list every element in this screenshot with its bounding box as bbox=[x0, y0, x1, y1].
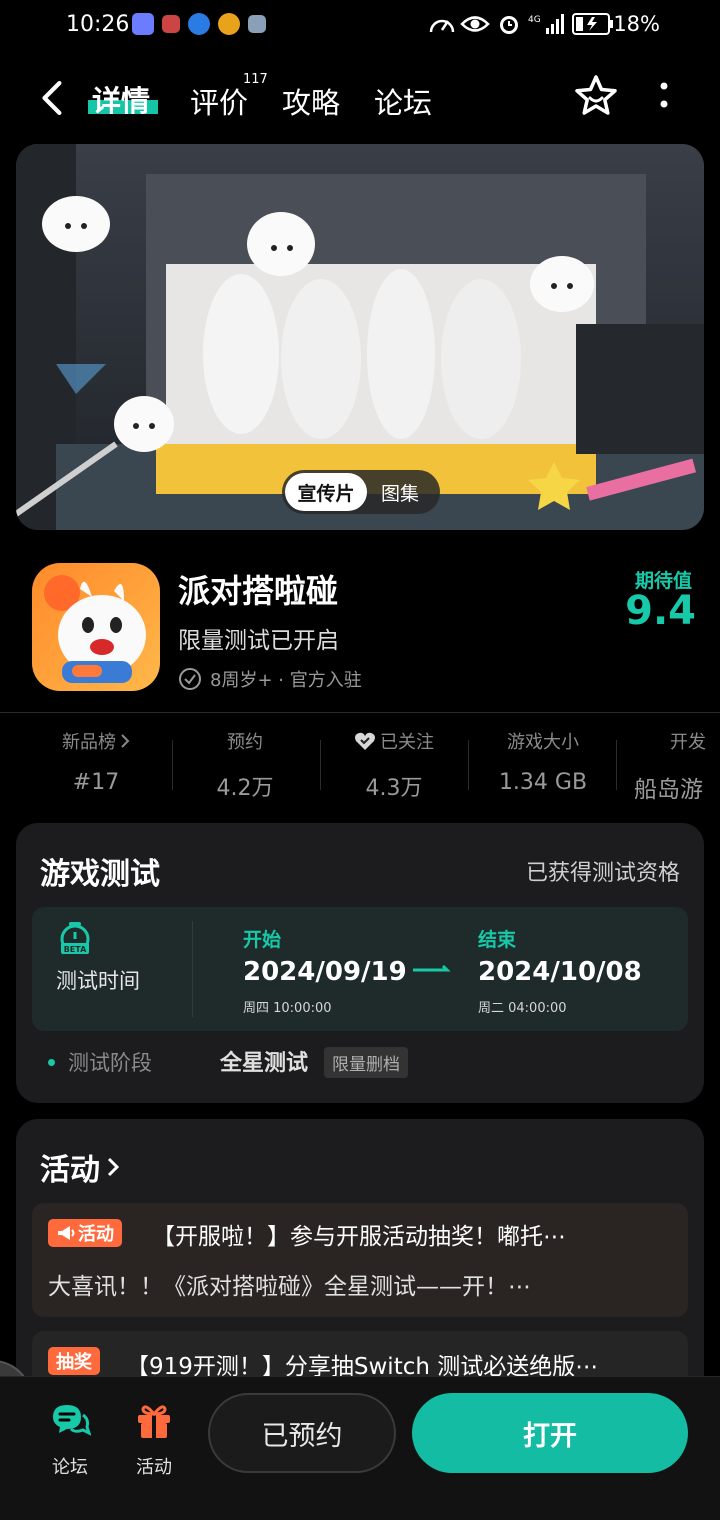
start-day-time: 周四 10:00:00 bbox=[243, 1001, 332, 1016]
review-count-badge: 117 bbox=[243, 72, 268, 87]
beta-timer-icon: BETA bbox=[60, 922, 90, 954]
activity-item-desc: 大喜讯！！《派对搭啦碰》全星测试——开！⋯ bbox=[48, 1274, 531, 1300]
end-date: 2024/10/08 bbox=[478, 957, 642, 987]
start-label: 开始 bbox=[243, 929, 282, 951]
status-bar: 10:26 4G 18% bbox=[0, 0, 720, 52]
chevron-right-icon bbox=[107, 1157, 120, 1177]
stat-game-size: 游戏大小 1.34 GB bbox=[473, 728, 613, 795]
app-notification-icon bbox=[132, 13, 154, 35]
test-qualification: 已获得测试资格 bbox=[525, 861, 680, 886]
stat-divider bbox=[172, 740, 173, 790]
lottery-badge: 抽奖 bbox=[48, 1347, 100, 1375]
forum-chat-icon bbox=[53, 1405, 92, 1436]
bottom-activity-button[interactable]: 活动 bbox=[124, 1399, 184, 1479]
svg-text:4G: 4G bbox=[528, 15, 541, 25]
stage-value: 全星测试 bbox=[220, 1051, 309, 1076]
open-game-button[interactable]: 打开 bbox=[412, 1393, 688, 1473]
media-segment-control[interactable]: 宣传片 图集 bbox=[282, 470, 440, 514]
signal-icon: 4G bbox=[528, 14, 564, 34]
battery-percent: 18% bbox=[613, 12, 660, 36]
age-rating-text: 8周岁+ · 官方入驻 bbox=[210, 670, 362, 691]
stat-label: 开发 bbox=[670, 732, 706, 753]
stat-value: 4.2万 bbox=[216, 776, 274, 801]
bottom-forum-label: 论坛 bbox=[52, 1457, 88, 1478]
more-options-icon[interactable] bbox=[652, 80, 676, 112]
activity-badge: 活动 bbox=[48, 1219, 122, 1247]
app-notification-icon bbox=[248, 15, 266, 33]
stat-label: 已关注 bbox=[380, 732, 434, 753]
stat-value: 船岛游 bbox=[634, 777, 703, 803]
game-subtitle: 限量测试已开启 bbox=[178, 628, 339, 654]
bottom-forum-button[interactable]: 论坛 bbox=[40, 1399, 100, 1479]
stat-new-rank[interactable]: 新品榜 #17 bbox=[26, 728, 166, 795]
stats-row: 新品榜 #17 预约 4.2万 已关注 4.3万 游戏大小 1.34 GB 开发… bbox=[0, 728, 720, 803]
favorite-star-icon[interactable] bbox=[574, 74, 618, 118]
stat-reservations: 预约 4.2万 bbox=[175, 728, 315, 802]
end-label: 结束 bbox=[478, 929, 517, 951]
date-range-arrow-icon bbox=[413, 965, 451, 972]
stage-label: 测试阶段 bbox=[68, 1051, 152, 1075]
lottery-badge-text: 抽奖 bbox=[56, 1352, 92, 1373]
divider bbox=[0, 712, 720, 713]
end-day-time: 周二 04:00:00 bbox=[478, 1001, 567, 1016]
stat-value: 4.3万 bbox=[365, 776, 423, 801]
eye-icon bbox=[460, 16, 490, 32]
back-arrow-icon[interactable] bbox=[38, 80, 68, 116]
tab-reviews[interactable]: 评价 bbox=[190, 80, 248, 122]
activity-title: 活动 bbox=[40, 1153, 100, 1188]
stat-value: #17 bbox=[72, 770, 120, 795]
gift-icon bbox=[138, 1405, 170, 1439]
segment-gallery[interactable]: 图集 bbox=[367, 473, 433, 511]
battery-icon bbox=[572, 13, 613, 35]
activity-header[interactable]: 活动 bbox=[40, 1145, 120, 1189]
stat-divider bbox=[616, 740, 617, 790]
tab-forum[interactable]: 论坛 bbox=[374, 80, 432, 122]
tab-guides[interactable]: 攻略 bbox=[282, 80, 340, 122]
test-time-label: 测试时间 bbox=[56, 969, 140, 993]
app-notification-icon bbox=[188, 13, 210, 35]
stat-label: 游戏大小 bbox=[507, 732, 579, 753]
notification-icons bbox=[132, 13, 266, 35]
activity-badge-text: 活动 bbox=[78, 1224, 114, 1245]
bottom-action-bar: 论坛 活动 已预约 打开 bbox=[0, 1376, 720, 1520]
start-date: 2024/09/19 bbox=[243, 957, 407, 987]
stat-label: 新品榜 bbox=[62, 732, 116, 753]
stat-divider bbox=[320, 740, 321, 790]
game-icon bbox=[32, 563, 160, 691]
activity-item[interactable]: 活动 【开服啦！】参与开服活动抽奖！嘟托⋯ 大喜讯！！《派对搭啦碰》全星测试——… bbox=[32, 1203, 688, 1317]
expectation-score: 9.4 bbox=[625, 588, 696, 634]
stage-bullet bbox=[48, 1059, 55, 1066]
activity-item-title: 【开服啦！】参与开服活动抽奖！嘟托⋯ bbox=[152, 1224, 566, 1250]
chevron-right-icon bbox=[121, 734, 130, 748]
heart-check-icon bbox=[355, 732, 375, 750]
tab-details[interactable]: 详情 bbox=[92, 78, 150, 120]
game-meta[interactable]: 8周岁+ · 官方入驻 bbox=[178, 666, 362, 692]
test-time-divider bbox=[192, 921, 193, 1017]
stat-label: 预约 bbox=[227, 732, 263, 753]
game-test-card: 游戏测试 已获得测试资格 BETA 测试时间 开始 2024/09/19 周四 … bbox=[16, 823, 704, 1103]
game-title: 派对搭啦碰 bbox=[178, 572, 339, 610]
weibo-icon bbox=[218, 13, 240, 35]
svg-text:BETA: BETA bbox=[64, 945, 87, 954]
segment-promo-video[interactable]: 宣传片 bbox=[285, 473, 367, 511]
stat-divider bbox=[468, 740, 469, 790]
stat-value: 1.34 GB bbox=[498, 770, 588, 795]
activity-card: 活动 活动 【开服啦！】参与开服活动抽奖！嘟托⋯ 大喜讯！！《派对搭啦碰》全星测… bbox=[16, 1119, 704, 1419]
stat-developer[interactable]: 开发 船岛游 bbox=[622, 728, 720, 804]
stage-tag: 限量删档 bbox=[324, 1047, 408, 1078]
app-notification-icon bbox=[162, 15, 180, 33]
reserved-button[interactable]: 已预约 bbox=[208, 1393, 396, 1473]
test-card-title: 游戏测试 bbox=[40, 857, 160, 892]
megaphone-icon bbox=[58, 1226, 75, 1240]
bottom-activity-label: 活动 bbox=[136, 1457, 172, 1478]
stat-followers[interactable]: 已关注 4.3万 bbox=[324, 728, 464, 802]
speed-icon bbox=[429, 19, 455, 33]
test-time-box: BETA 测试时间 开始 2024/09/19 周四 10:00:00 结束 2… bbox=[32, 907, 688, 1031]
status-time: 10:26 bbox=[66, 12, 130, 37]
alarm-icon bbox=[500, 16, 518, 34]
verified-check-icon bbox=[179, 668, 201, 690]
